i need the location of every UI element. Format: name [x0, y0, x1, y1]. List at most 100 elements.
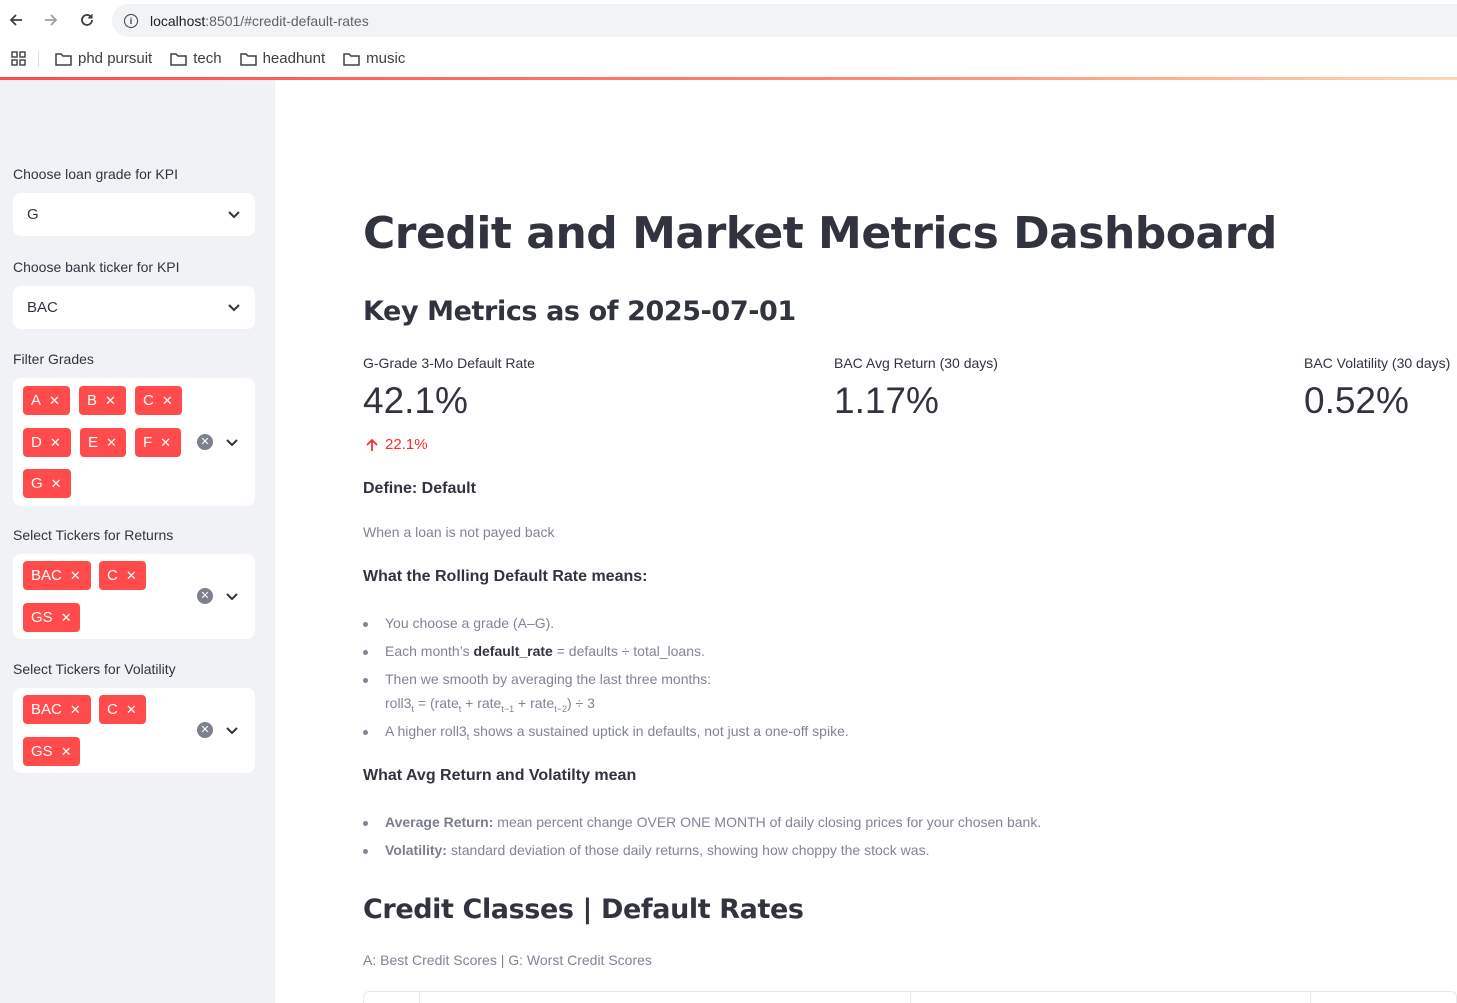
- remove-chip-icon[interactable]: ✕: [70, 568, 81, 584]
- ticker-chip[interactable]: C ✕: [99, 695, 146, 724]
- returns-tickers-label: Select Tickers for Returns: [13, 527, 174, 543]
- bullet-text: Volatility: standard deviation of those …: [385, 842, 930, 858]
- bullet-text: Then we smooth by averaging the last thr…: [385, 671, 712, 687]
- grade-chip[interactable]: E ✕: [80, 428, 126, 457]
- chip-label: E: [88, 434, 99, 451]
- clear-all-icon[interactable]: ✕: [197, 722, 213, 738]
- remove-chip-icon[interactable]: ✕: [126, 702, 137, 718]
- grade-chip[interactable]: D ✕: [23, 428, 71, 457]
- ticker-chip[interactable]: BAC ✕: [23, 561, 91, 590]
- metric-delta-default-rate: 22.1%: [365, 436, 428, 453]
- remove-chip-icon[interactable]: ✕: [61, 610, 72, 626]
- ticker-chip[interactable]: GS ✕: [23, 737, 80, 766]
- chip-label: BAC: [31, 701, 62, 718]
- forward-arrow-icon[interactable]: [39, 8, 63, 32]
- rolling-rate-heading: What the Rolling Default Rate means:: [363, 568, 648, 585]
- grade-chip[interactable]: F ✕: [135, 428, 181, 457]
- chevron-down-icon[interactable]: [225, 723, 239, 737]
- ticker-chip[interactable]: GS ✕: [23, 603, 80, 632]
- grade-chip[interactable]: A ✕: [23, 386, 70, 415]
- table-column-divider: [1310, 991, 1311, 1003]
- bullet-dot: [363, 849, 368, 854]
- grade-select-label: Choose loan grade for KPI: [13, 166, 178, 182]
- clear-all-icon[interactable]: ✕: [197, 588, 213, 604]
- chevron-down-icon[interactable]: [225, 435, 239, 449]
- define-default-heading: Define: Default: [363, 480, 476, 497]
- bullet-dot: [363, 730, 368, 735]
- remove-chip-icon[interactable]: ✕: [49, 393, 60, 409]
- grade-select[interactable]: G: [13, 193, 255, 236]
- folder-icon: [343, 52, 360, 66]
- folder-icon: [55, 52, 72, 66]
- remove-chip-icon[interactable]: ✕: [50, 435, 61, 451]
- volatility-tickers-multiselect[interactable]: BAC ✕ C ✕ GS ✕ ✕: [13, 688, 255, 773]
- bullet-text: Average Return: mean percent change OVER…: [385, 814, 1042, 830]
- grade-chip[interactable]: B ✕: [79, 386, 126, 415]
- metric-value-volatility: 0.52%: [1304, 380, 1409, 421]
- bookmark-folder-tech[interactable]: tech: [170, 50, 222, 67]
- remove-chip-icon[interactable]: ✕: [105, 393, 116, 409]
- bookmark-label: tech: [193, 50, 222, 67]
- folder-icon: [239, 52, 257, 66]
- table-column-divider: [419, 991, 420, 1003]
- bookmark-folder-headhunt[interactable]: headhunt: [239, 50, 326, 67]
- ticker-chip[interactable]: BAC ✕: [23, 695, 91, 724]
- address-bar[interactable]: i localhost:8501/#credit-default-rates: [112, 4, 1457, 37]
- browser-toolbar: i localhost:8501/#credit-default-rates: [0, 0, 1457, 40]
- metric-value-avg-return: 1.17%: [834, 380, 939, 421]
- bookmark-folder-phd[interactable]: phd pursuit: [55, 50, 152, 67]
- volatility-tickers-label: Select Tickers for Volatility: [13, 661, 176, 677]
- remove-chip-icon[interactable]: ✕: [106, 435, 117, 451]
- folder-icon: [170, 52, 187, 66]
- remove-chip-icon[interactable]: ✕: [70, 702, 81, 718]
- back-arrow-icon[interactable]: [4, 8, 28, 32]
- chip-label: GS: [31, 609, 53, 626]
- returns-tickers-multiselect[interactable]: BAC ✕ C ✕ GS ✕ ✕: [13, 554, 255, 639]
- arrow-up-icon: [366, 438, 378, 451]
- url-path: :8501/#credit-default-rates: [205, 12, 369, 29]
- grade-chip[interactable]: C ✕: [135, 386, 182, 415]
- remove-chip-icon[interactable]: ✕: [61, 744, 72, 760]
- metric-label-avg-return: BAC Avg Return (30 days): [834, 355, 998, 371]
- chip-label: C: [107, 567, 118, 584]
- bullet-dot: [363, 678, 368, 683]
- bookmark-folder-music[interactable]: music: [343, 50, 405, 67]
- bullet-dot: [363, 821, 368, 826]
- remove-chip-icon[interactable]: ✕: [51, 476, 62, 492]
- remove-chip-icon[interactable]: ✕: [162, 393, 173, 409]
- bookmark-label: music: [366, 50, 406, 67]
- chip-label: A: [31, 392, 42, 409]
- clear-all-icon[interactable]: ✕: [197, 434, 213, 450]
- chevron-down-icon[interactable]: [225, 589, 239, 603]
- ticker-select-label: Choose bank ticker for KPI: [13, 259, 180, 275]
- chip-label: GS: [31, 743, 53, 760]
- bullet-text: Each month’s default_rate = defaults ÷ t…: [385, 643, 705, 659]
- filter-grades-multiselect[interactable]: A ✕ B ✕ C ✕ D ✕ E ✕ F ✕ G ✕ ✕: [13, 378, 255, 506]
- chip-label: F: [143, 434, 153, 451]
- bookmarks-bar: phd pursuit tech headhunt music: [0, 40, 1457, 77]
- metric-label-volatility: BAC Volatility (30 days): [1304, 355, 1451, 371]
- ticker-select[interactable]: BAC: [13, 286, 255, 329]
- table-column-divider: [910, 991, 911, 1003]
- page-title: Credit and Market Metrics Dashboard: [363, 208, 1277, 259]
- chevron-down-icon: [228, 211, 240, 219]
- ticker-chip[interactable]: C ✕: [99, 561, 146, 590]
- chip-label: C: [143, 392, 154, 409]
- grade-select-value: G: [27, 206, 39, 223]
- grade-chip[interactable]: G ✕: [23, 469, 71, 498]
- bookmark-label: headhunt: [262, 50, 326, 67]
- site-info-icon[interactable]: i: [124, 13, 138, 28]
- sidebar: Choose loan grade for KPI G Choose bank …: [0, 80, 275, 1003]
- bullet-dot: [363, 622, 368, 627]
- reload-icon[interactable]: [75, 8, 99, 32]
- avg-return-heading: What Avg Return and Volatilty mean: [363, 767, 637, 784]
- apps-grid-icon[interactable]: [11, 51, 26, 66]
- chip-label: C: [107, 701, 118, 718]
- main-content: Credit and Market Metrics Dashboard Key …: [275, 80, 1457, 1003]
- bullet-text: You choose a grade (A–G).: [385, 615, 555, 631]
- chip-label: D: [31, 434, 42, 451]
- bookmarks-divider: [38, 50, 39, 67]
- remove-chip-icon[interactable]: ✕: [126, 568, 137, 584]
- remove-chip-icon[interactable]: ✕: [160, 435, 171, 451]
- chip-label: BAC: [31, 567, 62, 584]
